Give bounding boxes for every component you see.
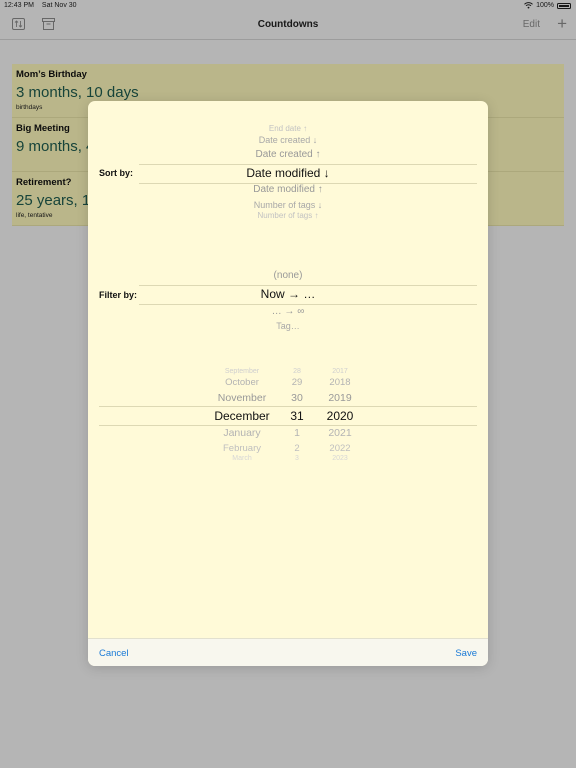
year-option[interactable]: 2022 bbox=[320, 443, 360, 454]
sort-option[interactable]: Date created ↓ bbox=[88, 135, 488, 145]
day-option[interactable]: 30 bbox=[282, 392, 312, 404]
year-option[interactable]: 2017 bbox=[320, 368, 360, 375]
day-option[interactable]: 2 bbox=[282, 443, 312, 454]
filter-option[interactable]: (none) bbox=[88, 270, 488, 281]
day-option[interactable]: 29 bbox=[282, 377, 312, 388]
year-option[interactable]: 2018 bbox=[320, 377, 360, 388]
year-option[interactable]: 2023 bbox=[320, 455, 360, 462]
filter-option-selected[interactable]: Now → … bbox=[88, 287, 488, 301]
filter-option[interactable]: … → ∞ bbox=[88, 306, 488, 317]
day-option[interactable]: 1 bbox=[282, 427, 312, 439]
cancel-button[interactable]: Cancel bbox=[99, 648, 129, 659]
day-option[interactable]: 28 bbox=[282, 368, 312, 375]
day-option-selected[interactable]: 31 bbox=[282, 409, 312, 423]
sort-option[interactable]: Date modified ↑ bbox=[88, 184, 488, 195]
year-option[interactable]: 2019 bbox=[320, 392, 360, 404]
month-option[interactable]: October bbox=[202, 377, 282, 388]
month-option[interactable]: February bbox=[202, 443, 282, 454]
picker-divider bbox=[139, 304, 477, 305]
sort-option[interactable]: Number of tags ↑ bbox=[88, 211, 488, 220]
month-option[interactable]: September bbox=[202, 368, 282, 375]
month-option[interactable]: November bbox=[202, 392, 282, 404]
picker-divider bbox=[99, 425, 477, 426]
picker-divider bbox=[139, 164, 477, 165]
sort-option[interactable]: Date created ↑ bbox=[88, 149, 488, 160]
picker-divider bbox=[139, 285, 477, 286]
month-option[interactable]: March bbox=[202, 455, 282, 462]
year-option-selected[interactable]: 2020 bbox=[320, 409, 360, 423]
sort-filter-sheet: End date ↑ Date created ↓ Date created ↑… bbox=[88, 101, 488, 666]
month-option[interactable]: January bbox=[202, 427, 282, 439]
month-option-selected[interactable]: December bbox=[202, 409, 282, 423]
day-option[interactable]: 3 bbox=[282, 455, 312, 462]
save-button[interactable]: Save bbox=[455, 648, 477, 659]
filter-option[interactable]: Tag… bbox=[88, 321, 488, 331]
sort-option-selected[interactable]: Date modified ↓ bbox=[88, 166, 488, 180]
sort-option[interactable]: Number of tags ↓ bbox=[88, 200, 488, 210]
picker-divider bbox=[99, 406, 477, 407]
year-option[interactable]: 2021 bbox=[320, 427, 360, 439]
sheet-footer: Cancel Save bbox=[88, 638, 488, 666]
sort-option[interactable]: End date ↑ bbox=[88, 124, 488, 133]
